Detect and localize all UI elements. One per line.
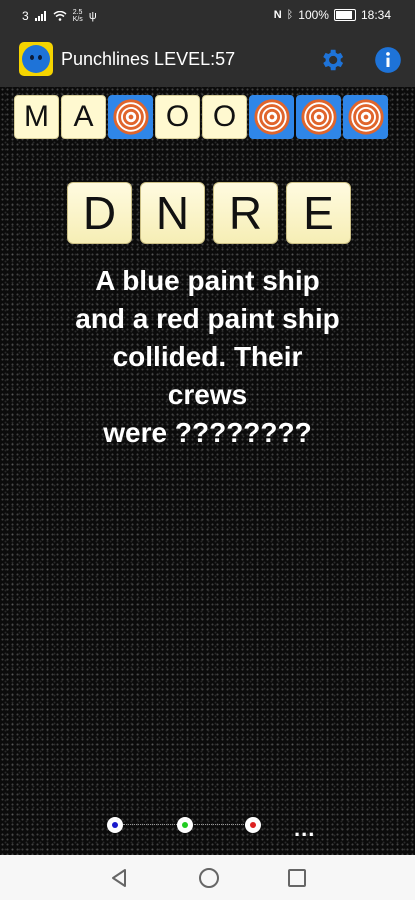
back-icon[interactable]: [110, 868, 128, 888]
more-button[interactable]: ...: [294, 816, 315, 842]
signal-icon: [34, 11, 46, 21]
question-line: and a red paint ship: [75, 303, 340, 334]
battery-percent: 100%: [298, 8, 329, 22]
info-icon[interactable]: [374, 46, 402, 74]
gear-icon[interactable]: [318, 46, 346, 74]
question-line: collided. Their: [112, 341, 303, 372]
nav-bar: [0, 855, 415, 900]
question-line: A blue paint ship: [95, 265, 320, 296]
app-bar: Punchlines LEVEL:57: [0, 32, 415, 87]
target-icon[interactable]: [108, 95, 153, 139]
bluetooth-icon: ᛒ: [286, 9, 294, 21]
sim-indicator: 3: [22, 9, 29, 23]
network-speed: 2.5 K/s: [72, 9, 83, 23]
question-line: crews: [167, 379, 248, 410]
smiley-logo-icon: [19, 42, 53, 76]
letter-tile[interactable]: R: [213, 182, 278, 244]
progress-dot: [107, 817, 123, 833]
page-title: Punchlines LEVEL:57: [61, 49, 236, 69]
nfc-icon: N: [273, 9, 282, 21]
home-icon[interactable]: [199, 868, 219, 888]
status-right: N ᛒ 100% 18:34: [274, 8, 391, 22]
question-line: were ????????: [103, 417, 312, 448]
status-left: 3 2.5 K/s ψ: [22, 9, 97, 23]
target-icon[interactable]: [343, 95, 388, 139]
wifi-icon: [53, 11, 67, 21]
letter-tile[interactable]: E: [286, 182, 351, 244]
progress-line: [123, 824, 177, 825]
progress-line: [194, 824, 246, 825]
letter-tiles: DNRE: [67, 182, 351, 244]
status-bar: 3 2.5 K/s ψ N ᛒ 100% 18:34: [0, 0, 415, 32]
usb-icon: ψ: [88, 10, 97, 22]
progress-dot: [245, 817, 261, 833]
answer-slots: MA OO: [14, 95, 388, 139]
game-area: MA OO DNRE A blue paint ship and a red pai…: [0, 87, 415, 855]
target-icon[interactable]: [296, 95, 341, 139]
answer-slot-letter[interactable]: O: [202, 95, 247, 139]
progress-dot: [177, 817, 193, 833]
answer-slot-letter[interactable]: A: [61, 95, 106, 139]
answer-slot-letter[interactable]: M: [14, 95, 59, 139]
answer-slot-letter[interactable]: O: [155, 95, 200, 139]
target-icon[interactable]: [249, 95, 294, 139]
battery-icon: [333, 9, 356, 21]
recent-apps-icon[interactable]: [288, 869, 306, 887]
clock: 18:34: [360, 8, 391, 22]
letter-tile[interactable]: N: [140, 182, 205, 244]
letter-tile[interactable]: D: [67, 182, 132, 244]
question-text: A blue paint ship and a red paint ship col…: [40, 262, 375, 452]
